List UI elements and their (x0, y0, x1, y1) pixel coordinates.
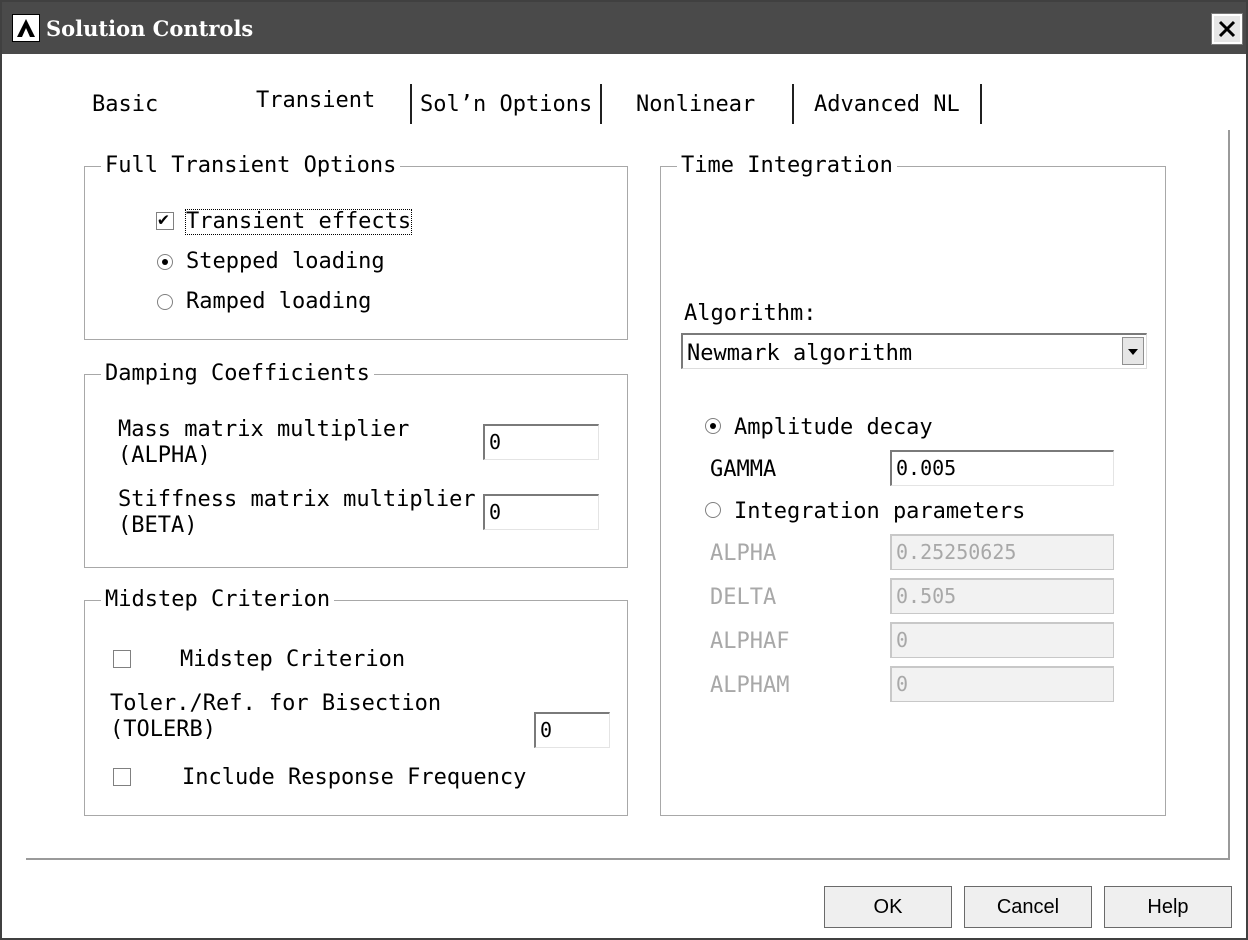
chevron-down-icon[interactable] (1122, 337, 1144, 365)
algorithm-selected-value: Newmark algorithm (687, 341, 913, 366)
title-bar[interactable]: Solution Controls (2, 2, 1246, 54)
midstep-criterion-label[interactable]: Midstep Criterion (180, 648, 405, 672)
ansys-logo-icon (12, 14, 40, 42)
ok-button[interactable]: OK (824, 886, 952, 928)
tab-divider (410, 84, 412, 124)
integration-parameters-radio[interactable] (705, 502, 721, 518)
response-frequency-checkbox[interactable] (113, 768, 131, 786)
tab-divider (600, 84, 602, 124)
close-icon (1218, 20, 1236, 38)
tab-nonlinear[interactable]: Nonlinear (636, 88, 755, 122)
mass-multiplier-input[interactable]: 0 (483, 424, 599, 460)
algorithm-select[interactable]: Newmark algorithm (681, 333, 1147, 369)
tab-transient[interactable]: Transient (256, 84, 375, 118)
help-button[interactable]: Help (1104, 886, 1232, 928)
ramped-loading-radio[interactable] (157, 294, 173, 310)
gamma-label: GAMMA (710, 457, 777, 482)
tolerb-input[interactable]: 0 (534, 712, 610, 748)
transient-effects-checkbox[interactable] (156, 209, 174, 230)
group-title: Midstep Criterion (101, 587, 335, 612)
alpha-input[interactable]: 0.25250625 (890, 534, 1114, 570)
alpham-label: ALPHAM (710, 673, 790, 698)
group-title: Damping Coefficients (101, 361, 374, 386)
tab-divider (792, 84, 794, 124)
mass-multiplier-label: Mass matrix multiplier (118, 417, 410, 442)
ramped-loading-label[interactable]: Ramped loading (186, 290, 371, 314)
amplitude-decay-label[interactable]: Amplitude decay (734, 416, 933, 440)
alphaf-input[interactable]: 0 (890, 622, 1114, 658)
time-integration-group: Time Integration (660, 153, 1166, 816)
transient-effects-label[interactable]: Transient effects (184, 209, 413, 235)
window-title: Solution Controls (46, 16, 254, 41)
group-title: Time Integration (677, 153, 897, 178)
delta-label: DELTA (710, 585, 777, 610)
stepped-loading-label[interactable]: Stepped loading (186, 250, 385, 274)
cancel-button[interactable]: Cancel (964, 886, 1092, 928)
alphaf-label: ALPHAF (710, 629, 790, 654)
delta-input[interactable]: 0.505 (890, 578, 1114, 614)
algorithm-label: Algorithm: (684, 301, 817, 326)
mass-multiplier-sublabel: (ALPHA) (118, 443, 211, 468)
gamma-input[interactable]: 0.005 (890, 450, 1114, 486)
stiffness-multiplier-input[interactable]: 0 (483, 494, 599, 530)
close-button[interactable] (1211, 13, 1243, 45)
group-title: Full Transient Options (101, 153, 401, 178)
tab-divider (980, 84, 982, 124)
amplitude-decay-radio[interactable] (705, 418, 721, 434)
stepped-loading-radio[interactable] (157, 254, 173, 270)
solution-controls-dialog: Solution Controls Basic Transient Sol’n … (0, 0, 1248, 940)
alpham-input[interactable]: 0 (890, 666, 1114, 702)
tolerb-label: Toler./Ref. for Bisection (110, 691, 442, 716)
alpha-label: ALPHA (710, 541, 777, 566)
midstep-criterion-checkbox[interactable] (113, 650, 131, 668)
tab-advanced-nl[interactable]: Advanced NL (814, 88, 960, 122)
damping-coefficients-group: Damping Coefficients (84, 361, 628, 568)
stiffness-multiplier-sublabel: (BETA) (118, 513, 198, 538)
response-frequency-label[interactable]: Include Response Frequency (182, 766, 526, 790)
tab-basic[interactable]: Basic (92, 88, 158, 122)
integration-parameters-label[interactable]: Integration parameters (734, 500, 1025, 524)
stiffness-multiplier-label: Stiffness matrix multiplier (118, 487, 476, 512)
tab-soln-options[interactable]: Sol’n Options (420, 88, 592, 122)
tolerb-sublabel: (TOLERB) (110, 717, 216, 742)
